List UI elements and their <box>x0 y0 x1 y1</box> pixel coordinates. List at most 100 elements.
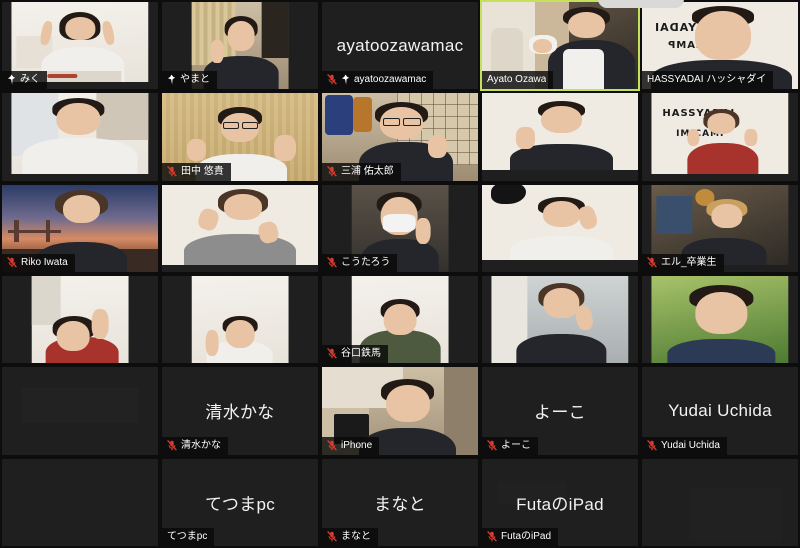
participant-tile[interactable]: ayatoozawamac ayatoozawamac <box>320 0 480 92</box>
participant-name: 谷口鉄馬 <box>341 348 381 360</box>
participant-tile[interactable]: てつまpc てつまpc <box>160 456 320 548</box>
participant-tile[interactable] <box>0 365 160 457</box>
participant-tile[interactable]: 谷口鉄馬 <box>320 274 480 366</box>
muted-microphone-icon <box>487 531 497 542</box>
video-feed <box>162 184 318 272</box>
participant-badge: エル_卒業生 <box>642 254 724 272</box>
participant-badge: よーこ <box>482 436 538 455</box>
participant-tile[interactable]: 三浦 佑太郎 <box>320 91 480 183</box>
participant-tile[interactable]: 清水かな 清水かな <box>160 365 320 457</box>
muted-microphone-icon <box>647 439 657 451</box>
participant-badge: Yudai Uchida <box>642 436 727 455</box>
muted-microphone-icon <box>327 74 337 85</box>
muted-microphone-icon <box>167 439 177 451</box>
video-feed <box>2 276 158 364</box>
pinned-icon <box>7 74 16 85</box>
participant-tile[interactable] <box>0 456 160 548</box>
participant-tile[interactable]: HASSYADAI IM CAMP <box>640 91 800 183</box>
video-feed <box>2 93 158 181</box>
participant-display-name: まなと <box>374 494 426 514</box>
participant-tile[interactable] <box>480 91 640 183</box>
muted-microphone-icon <box>647 257 657 268</box>
participant-tile[interactable]: HASSYADAI IM CAMP HASSYADAI ハッシャダイ <box>640 0 800 92</box>
camera-off-placeholder <box>642 458 798 546</box>
participant-display-name: てつまpc <box>204 494 276 514</box>
participant-badge: 三浦 佑太郎 <box>322 162 401 181</box>
participant-display-name: FutaのiPad <box>516 494 604 514</box>
participant-tile[interactable]: Yudai Uchida Yudai Uchida <box>640 365 800 457</box>
camera-off-placeholder <box>2 458 158 546</box>
participant-tile[interactable]: FutaのiPad FutaのiPad <box>480 456 640 548</box>
participant-badge: iPhone <box>322 436 380 455</box>
muted-microphone-icon <box>487 439 497 451</box>
participant-tile[interactable] <box>0 91 160 183</box>
participant-tile[interactable] <box>0 274 160 366</box>
participant-badge: ayatoozawamac <box>322 71 434 90</box>
participant-display-name: ayatoozawamac <box>336 35 464 55</box>
participant-badge: Ayato Ozawa <box>482 71 554 90</box>
video-feed <box>482 93 638 181</box>
participant-grid: みく やまと ayatoozawamac ayatoozawamac Ayato… <box>0 0 800 548</box>
participant-tile-active-speaker[interactable]: Ayato Ozawa <box>480 0 640 92</box>
video-feed: HASSYADAI IM CAMP <box>642 93 798 181</box>
participant-display-name: 清水かな <box>205 403 275 423</box>
participant-badge: こうたろう <box>322 254 398 272</box>
participant-tile[interactable] <box>640 456 800 548</box>
participant-tile[interactable]: みく <box>0 0 160 92</box>
muted-microphone-icon <box>167 165 177 177</box>
muted-microphone-icon <box>327 257 337 268</box>
participant-tile[interactable]: Riko Iwata <box>0 182 160 274</box>
participant-tile[interactable] <box>480 274 640 366</box>
participant-tile[interactable] <box>160 182 320 274</box>
window-chrome-tab <box>598 0 684 8</box>
participant-tile[interactable]: エル_卒業生 <box>640 182 800 274</box>
video-feed <box>482 184 638 272</box>
participant-badge: Riko Iwata <box>2 254 75 272</box>
zoom-gallery-window: みく やまと ayatoozawamac ayatoozawamac Ayato… <box>0 0 800 548</box>
participant-badge: FutaのiPad <box>482 528 559 546</box>
participant-tile[interactable]: 田中 悠貴 <box>160 91 320 183</box>
participant-tile[interactable] <box>480 182 640 274</box>
muted-microphone-icon <box>327 439 337 451</box>
participant-display-name: Yudai Uchida <box>668 400 772 420</box>
pinned-icon <box>341 74 350 85</box>
participant-name: エル_卒業生 <box>661 257 717 268</box>
participant-badge: まなと <box>322 528 378 546</box>
participant-badge: HASSYADAI ハッシャダイ <box>642 71 774 90</box>
participant-name: 清水かな <box>181 439 221 451</box>
participant-name: ayatoozawamac <box>354 74 427 86</box>
participant-badge: 谷口鉄馬 <box>322 345 388 364</box>
participant-name: FutaのiPad <box>501 531 552 542</box>
participant-badge: 田中 悠貴 <box>162 162 231 181</box>
participant-tile[interactable]: まなと まなと <box>320 456 480 548</box>
participant-tile[interactable]: よーこ よーこ <box>480 365 640 457</box>
participant-name: こうたろう <box>341 257 391 268</box>
participant-name: HASSYADAI ハッシャダイ <box>647 74 767 86</box>
muted-microphone-icon <box>327 348 337 359</box>
participant-tile[interactable]: iPhone <box>320 365 480 457</box>
participant-name: Ayato Ozawa <box>487 74 547 86</box>
participant-display-name: よーこ <box>534 403 586 423</box>
muted-microphone-icon <box>327 531 337 542</box>
participant-name: 三浦 佑太郎 <box>341 165 394 177</box>
participant-name: Yudai Uchida <box>661 439 720 451</box>
participant-tile[interactable] <box>640 274 800 366</box>
video-feed <box>642 276 798 364</box>
participant-badge: やまと <box>162 71 217 90</box>
pinned-icon <box>167 74 176 85</box>
participant-badge: 清水かな <box>162 436 228 455</box>
video-feed <box>482 276 638 364</box>
participant-tile[interactable]: やまと <box>160 0 320 92</box>
participant-name: よーこ <box>501 439 531 451</box>
placeholder-rect <box>688 488 783 541</box>
participant-tile[interactable]: こうたろう <box>320 182 480 274</box>
participant-tile[interactable] <box>160 274 320 366</box>
muted-microphone-icon <box>327 165 337 177</box>
participant-name: Riko Iwata <box>21 257 68 268</box>
muted-microphone-icon <box>7 257 17 268</box>
participant-name: みく <box>20 74 40 86</box>
placeholder-rect <box>20 388 140 424</box>
camera-off-placeholder <box>2 367 158 455</box>
participant-name: iPhone <box>341 439 373 451</box>
participant-badge: みく <box>2 71 47 90</box>
